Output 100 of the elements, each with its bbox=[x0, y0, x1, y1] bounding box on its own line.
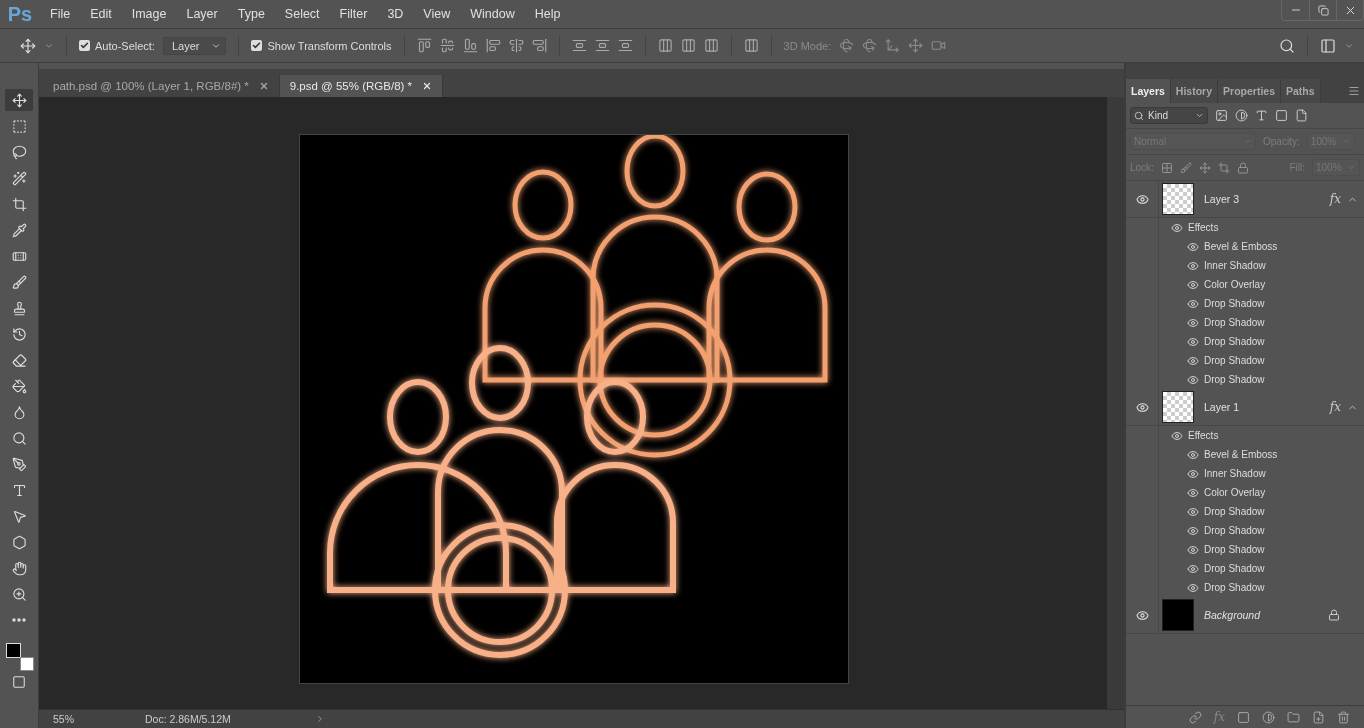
target-dropdown[interactable]: Layer bbox=[162, 36, 227, 55]
effect-name: Drop Shadow bbox=[1204, 525, 1265, 536]
camera-icon[interactable] bbox=[931, 38, 947, 53]
effect-name: Inner Shadow bbox=[1204, 260, 1266, 271]
half-circle-icon[interactable] bbox=[1235, 109, 1248, 122]
align-right-icon[interactable] bbox=[531, 38, 547, 53]
paint-bucket-icon bbox=[11, 378, 27, 394]
orbit-icon[interactable] bbox=[839, 38, 855, 53]
roll-icon[interactable] bbox=[862, 38, 878, 53]
eye-icon[interactable] bbox=[1187, 486, 1199, 499]
layer-thumbnail bbox=[1162, 599, 1194, 631]
menu-item[interactable]: Window bbox=[460, 7, 525, 21]
type-icon[interactable] bbox=[1255, 109, 1268, 122]
menu-item[interactable]: View bbox=[413, 7, 461, 21]
trash-icon[interactable] bbox=[1337, 710, 1350, 724]
close-icon[interactable] bbox=[258, 81, 269, 91]
menu-item[interactable]: Filter bbox=[329, 7, 378, 21]
eye-icon[interactable] bbox=[1187, 240, 1199, 253]
distribute-middle-icon[interactable] bbox=[594, 38, 610, 53]
eye-icon[interactable] bbox=[1187, 316, 1199, 329]
file-icon[interactable] bbox=[1295, 109, 1308, 122]
eye-icon[interactable] bbox=[1187, 524, 1199, 537]
square-icon[interactable] bbox=[1275, 109, 1288, 122]
zoom-icon bbox=[11, 586, 27, 602]
eye-icon[interactable] bbox=[1187, 259, 1199, 272]
effects-label: Effects bbox=[1188, 222, 1219, 233]
align-left-icon[interactable] bbox=[485, 38, 501, 53]
effect-name: Inner Shadow bbox=[1204, 468, 1266, 479]
menu-icon[interactable] bbox=[1348, 85, 1360, 97]
eye-icon[interactable] bbox=[1187, 467, 1199, 480]
hexagon-icon bbox=[11, 534, 27, 550]
menu-item[interactable]: Layer bbox=[176, 7, 228, 21]
eye-icon[interactable] bbox=[1187, 505, 1199, 518]
foreground-swatch[interactable] bbox=[6, 643, 21, 658]
layer-thumbnail bbox=[1162, 183, 1194, 215]
brush-icon[interactable] bbox=[1179, 161, 1192, 174]
link-icon[interactable] bbox=[1188, 710, 1202, 724]
background-swatch[interactable] bbox=[20, 657, 34, 671]
type-icon bbox=[11, 482, 27, 498]
move-icon[interactable] bbox=[20, 37, 36, 54]
panel-tab[interactable]: Properties bbox=[1218, 79, 1281, 103]
align-center-icon[interactable] bbox=[508, 38, 524, 53]
mask-icon[interactable] bbox=[1237, 710, 1250, 724]
eye-icon[interactable] bbox=[1187, 373, 1199, 386]
document-tab[interactable]: 9.psd @ 55% (RGB/8) * bbox=[279, 75, 444, 97]
checker-icon[interactable] bbox=[1160, 161, 1173, 174]
menu-item[interactable]: Image bbox=[121, 7, 177, 21]
layer-row[interactable]: Background bbox=[1126, 597, 1364, 634]
check-icon bbox=[80, 41, 89, 50]
menu-item[interactable]: Help bbox=[524, 7, 571, 21]
effect-name: Drop Shadow bbox=[1204, 355, 1265, 366]
checkbox[interactable] bbox=[79, 40, 90, 51]
checkbox[interactable] bbox=[251, 40, 263, 51]
filter-dropdown[interactable]: Kind bbox=[1130, 107, 1208, 124]
move-icon[interactable] bbox=[1198, 161, 1211, 174]
chevron-right-icon[interactable] bbox=[315, 714, 325, 724]
eye-icon[interactable] bbox=[1171, 221, 1183, 234]
lock-icon[interactable] bbox=[1236, 161, 1249, 174]
workspace-icon[interactable] bbox=[1320, 37, 1336, 54]
scrollbar[interactable] bbox=[1107, 97, 1124, 709]
eye-icon bbox=[1135, 608, 1149, 622]
droplet-icon bbox=[11, 404, 27, 420]
layer-row[interactable]: Layer 3 fx bbox=[1126, 181, 1364, 218]
eye-icon[interactable] bbox=[1187, 354, 1199, 367]
image-icon[interactable] bbox=[1215, 109, 1228, 122]
distribute-top-icon[interactable] bbox=[571, 38, 587, 53]
half-circle-icon[interactable] bbox=[1262, 710, 1275, 724]
panel-tab[interactable]: Layers bbox=[1126, 79, 1171, 103]
align-middle-icon[interactable] bbox=[439, 38, 455, 53]
stamp-icon bbox=[11, 300, 27, 316]
eye-icon[interactable] bbox=[1187, 543, 1199, 556]
distribute-bottom-icon[interactable] bbox=[617, 38, 633, 53]
close-icon[interactable] bbox=[422, 81, 433, 91]
panel-tab[interactable]: Paths bbox=[1281, 79, 1321, 103]
history-icon bbox=[11, 326, 27, 342]
restore-icon[interactable] bbox=[1317, 4, 1329, 16]
eye-icon[interactable] bbox=[1187, 562, 1199, 575]
align-bottom-icon[interactable] bbox=[462, 38, 478, 53]
menu-item[interactable]: Edit bbox=[80, 7, 122, 21]
search-icon[interactable] bbox=[1279, 37, 1295, 54]
align-top-icon[interactable] bbox=[416, 38, 432, 53]
menu-item[interactable]: Select bbox=[274, 7, 330, 21]
eye-icon[interactable] bbox=[1187, 581, 1199, 594]
zoom-level: 55% bbox=[52, 713, 75, 725]
fx-icon: fx bbox=[1329, 400, 1341, 414]
eye-icon[interactable] bbox=[1187, 448, 1199, 461]
menu-item[interactable]: File bbox=[40, 7, 81, 21]
eye-icon[interactable] bbox=[1171, 429, 1183, 442]
menu-item[interactable]: Type bbox=[227, 7, 275, 21]
eye-icon bbox=[1135, 192, 1149, 206]
eye-icon[interactable] bbox=[1187, 278, 1199, 291]
folder-icon[interactable] bbox=[1287, 710, 1300, 724]
panel-tab[interactable]: History bbox=[1170, 79, 1219, 103]
menu-item[interactable]: 3D bbox=[377, 7, 414, 21]
eye-icon[interactable] bbox=[1187, 335, 1199, 348]
new-layer-icon[interactable] bbox=[1312, 710, 1325, 724]
eye-icon[interactable] bbox=[1187, 297, 1199, 310]
chevron-down-icon bbox=[1195, 111, 1204, 120]
layer-row[interactable]: Layer 1 fx bbox=[1126, 389, 1364, 426]
move-tool[interactable] bbox=[5, 89, 33, 111]
